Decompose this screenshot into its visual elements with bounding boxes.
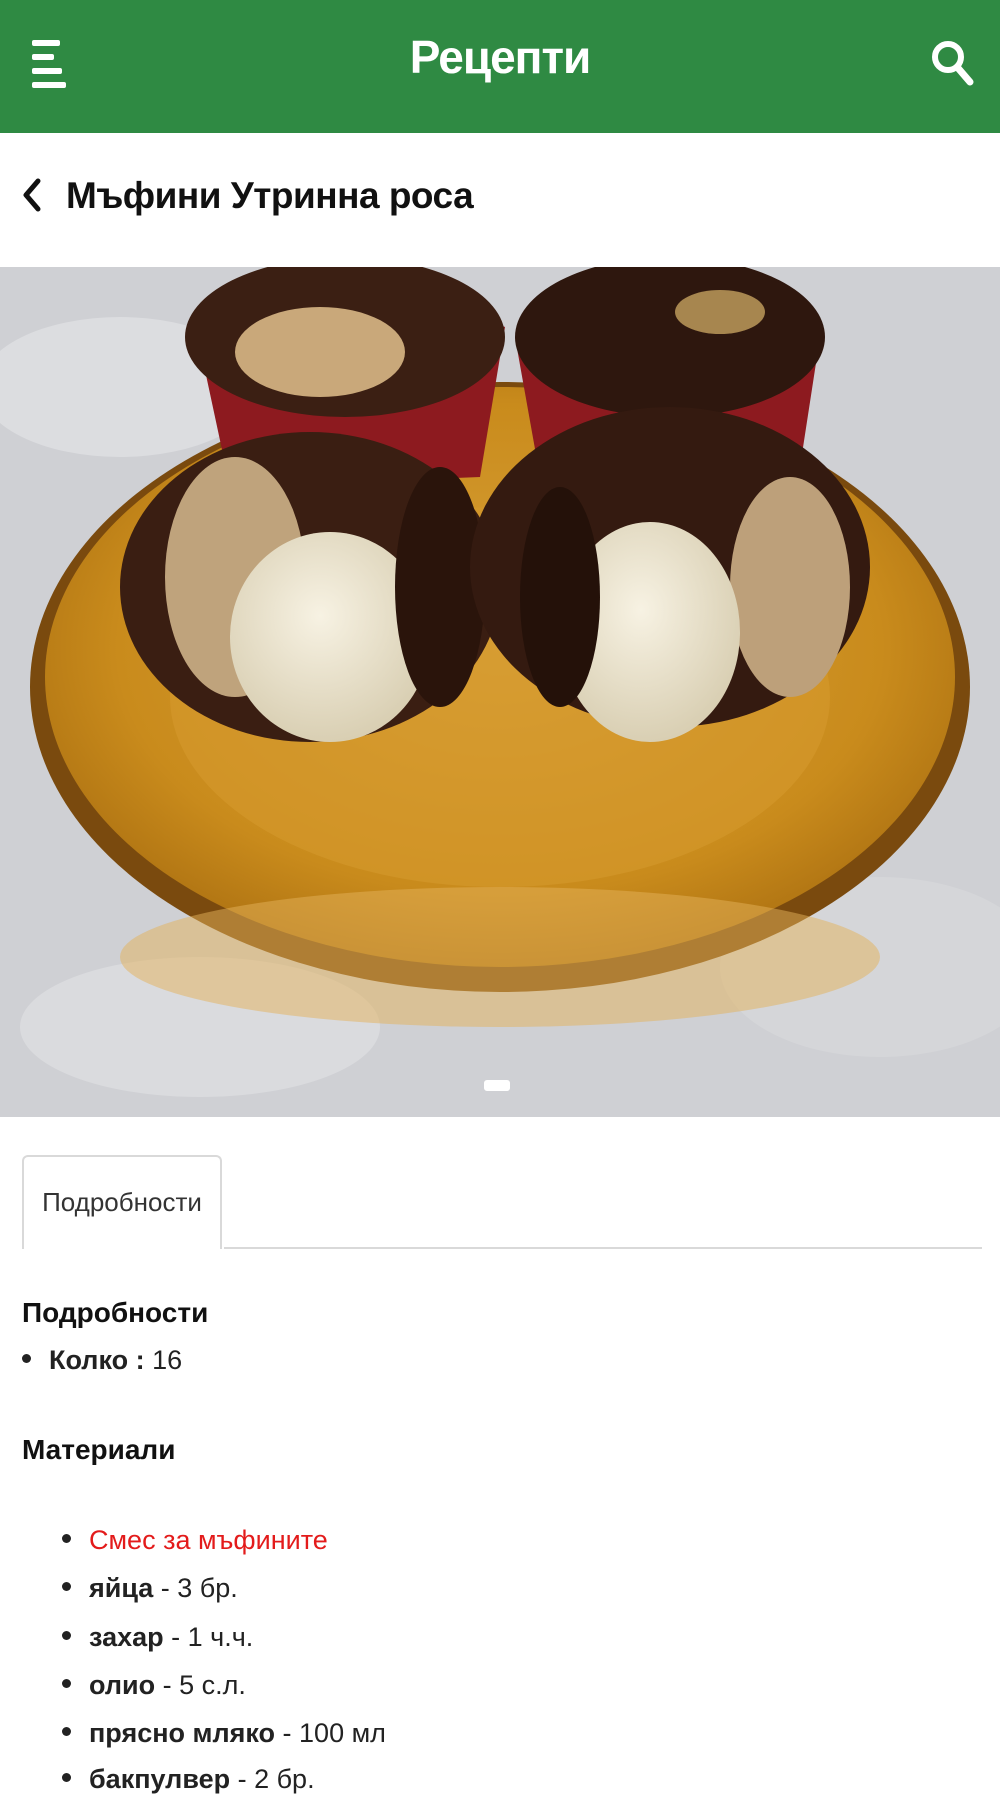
ingredient-item: олио - 5 с.л. bbox=[62, 1670, 246, 1701]
bullet-icon bbox=[62, 1534, 71, 1544]
ingredient-name: яйца bbox=[89, 1573, 154, 1603]
details-heading: Подробности bbox=[22, 1297, 209, 1328]
carousel-indicator-dot[interactable] bbox=[484, 1080, 510, 1091]
ingredient-qty: - 5 с.л. bbox=[155, 1670, 246, 1700]
ingredient-item: прясно мляко - 100 мл bbox=[62, 1718, 386, 1749]
details-item: Колко : 16 bbox=[22, 1345, 182, 1376]
ingredient-qty: - 3 бр. bbox=[153, 1573, 238, 1603]
details-item-label: Колко bbox=[49, 1345, 129, 1375]
bullet-icon bbox=[62, 1727, 71, 1737]
recipe-header: Мъфини Утринна роса bbox=[0, 133, 1000, 267]
tab-bar: Подробности bbox=[22, 1155, 982, 1249]
app-bar: Рецепти bbox=[0, 0, 1000, 133]
tab-details[interactable]: Подробности bbox=[22, 1155, 222, 1249]
ingredient-item: яйца - 3 бр. bbox=[62, 1573, 238, 1604]
ingredient-qty: - 1 ч.ч. bbox=[163, 1622, 254, 1652]
bullet-icon bbox=[62, 1679, 71, 1689]
tab-divider bbox=[224, 1247, 982, 1249]
app-title: Рецепти bbox=[409, 31, 592, 83]
materials-group-title-text: Смес за мъфините bbox=[89, 1525, 328, 1555]
bullet-icon bbox=[62, 1582, 71, 1592]
materials-heading: Материали bbox=[22, 1434, 176, 1465]
recipe-title: Мъфини Утринна роса bbox=[66, 175, 474, 216]
ingredient-qty: - 100 мл bbox=[275, 1718, 386, 1748]
ingredient-qty: - 2 бр. bbox=[230, 1764, 315, 1794]
details-item-separator: : bbox=[128, 1345, 153, 1375]
ingredient-name: захар bbox=[89, 1622, 164, 1652]
tab-details-label: Подробности bbox=[42, 1187, 202, 1217]
back-chevron-icon[interactable] bbox=[18, 175, 48, 215]
ingredient-name: прясно мляко bbox=[89, 1718, 276, 1748]
search-icon[interactable] bbox=[928, 36, 976, 90]
materials-group-title: Смес за мъфините bbox=[62, 1525, 328, 1556]
bullet-icon bbox=[62, 1631, 71, 1641]
recipe-photo-carousel[interactable] bbox=[0, 267, 1000, 1117]
details-item-value: 16 bbox=[152, 1345, 183, 1375]
ingredient-name: олио bbox=[89, 1670, 156, 1700]
ingredient-name: бакпулвер bbox=[89, 1764, 231, 1794]
recipe-photo bbox=[0, 267, 1000, 1117]
bullet-icon bbox=[22, 1354, 31, 1364]
ingredient-item: захар - 1 ч.ч. bbox=[62, 1622, 253, 1653]
ingredient-item: бакпулвер - 2 бр. bbox=[62, 1764, 315, 1795]
